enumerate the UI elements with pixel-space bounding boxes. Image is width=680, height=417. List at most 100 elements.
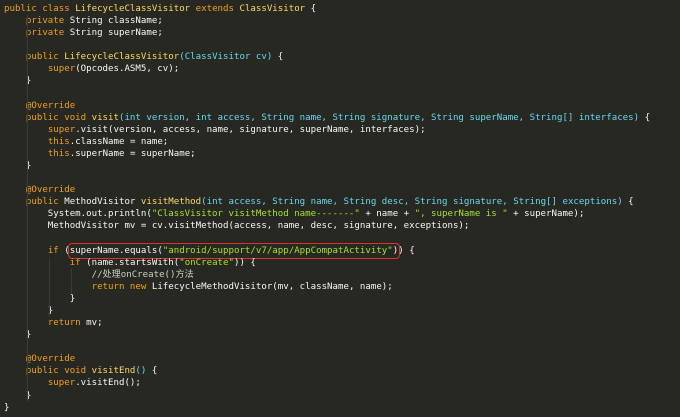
- code-token-keyword: return new: [91, 281, 152, 292]
- code-token-string: "android/support/v7/app/AppCompatActivit…: [162, 245, 393, 256]
- code-token-plain: {: [639, 112, 651, 123]
- highlighted-code-line: if (superName.equals("android/support/v7…: [4, 242, 680, 259]
- code-token-func: visitEnd: [91, 366, 136, 377]
- code-token-string: "onCreate": [179, 257, 234, 268]
- code-token-plain: }: [4, 402, 10, 413]
- code-token-plain: String className;: [69, 16, 163, 27]
- code-line: private String superName;: [4, 27, 680, 39]
- code-token-keyword: public: [25, 52, 65, 63]
- code-token-keyword: super: [47, 124, 76, 135]
- code-token-plain: .className = name;: [69, 136, 169, 147]
- code-line: super.visitEnd();: [4, 377, 680, 389]
- code-token-string: ", superName is ": [414, 209, 508, 220]
- code-token-param: (ClassVisitor cv): [179, 52, 273, 63]
- code-line: }: [4, 305, 680, 317]
- code-token-plain: .visitEnd();: [75, 378, 141, 389]
- code-line: public MethodVisitor visitMethod(int acc…: [4, 196, 680, 208]
- code-line: public class LifecycleClassVisitor exten…: [4, 3, 680, 15]
- code-line: }: [4, 293, 680, 305]
- code-token-keyword: if: [47, 245, 65, 256]
- code-token-plain: {: [622, 197, 634, 208]
- code-line: public LifecycleClassVisitor(ClassVisito…: [4, 51, 680, 63]
- code-line: this.superName = superName;: [4, 148, 680, 160]
- code-token-plain: )) {: [233, 257, 256, 268]
- code-line: @Override: [4, 184, 680, 196]
- code-token-annotation: @Override: [25, 185, 76, 196]
- code-token-plain: {: [305, 4, 317, 14]
- code-token-plain: }: [4, 305, 54, 316]
- indent-guide: [27, 15, 28, 402]
- code-line: }: [4, 75, 680, 87]
- code-token-plain: {: [146, 366, 158, 377]
- code-token-plain: + name +: [359, 209, 415, 220]
- code-token-keyword: return: [47, 318, 87, 329]
- indent-guide: [49, 256, 50, 318]
- code-token-keyword: if: [69, 257, 87, 268]
- code-token-plain: .superName = superName;: [69, 148, 196, 159]
- code-token-annotation: @Override: [25, 354, 76, 365]
- code-line: }: [4, 390, 680, 402]
- code-editor[interactable]: public class LifecycleClassVisitor exten…: [0, 0, 680, 417]
- code-token-plain: .visit(version, access, name, signature,…: [75, 124, 426, 135]
- code-token-comment: //处理onCreate()方法: [91, 269, 194, 280]
- code-token-plain: MethodVisitor: [64, 197, 141, 208]
- code-line: //处理onCreate()方法: [4, 269, 680, 281]
- code-token-param: (int access, String name, String desc, S…: [201, 197, 623, 208]
- code-token-plain: ) {: [398, 245, 415, 256]
- code-token-func: visitMethod: [140, 197, 202, 208]
- code-token-plain: LifecycleMethodVisitor(mv, className, na…: [151, 281, 393, 292]
- code-line: private String className;: [4, 15, 680, 27]
- code-token-keyword: public class: [4, 4, 76, 14]
- code-token-keyword: super: [47, 64, 76, 75]
- code-token-keyword: public void: [25, 366, 92, 377]
- code-line: super.visit(version, access, name, signa…: [4, 124, 680, 136]
- code-line: public void visit(int version, int acces…: [4, 112, 680, 124]
- code-token-string: "ClassVisitor visitMethod name-------": [151, 209, 360, 220]
- code-line: @Override: [4, 100, 680, 112]
- code-token-keyword: private: [25, 16, 70, 27]
- code-token-plain: (Opcodes.ASM5, cv);: [75, 64, 180, 75]
- code-token-plain: + superName);: [507, 209, 585, 220]
- code-line: public void visitEnd() {: [4, 365, 680, 377]
- code-token-keyword: this: [47, 136, 70, 147]
- code-token-param: (): [135, 366, 147, 377]
- code-line: this.className = name;: [4, 136, 680, 148]
- code-token-plain: superName.equals(: [69, 245, 163, 256]
- code-token-plain: (name.startsWith(: [86, 257, 180, 268]
- code-token-keyword: extends: [190, 4, 240, 14]
- code-line: }: [4, 160, 680, 172]
- code-line: MethodVisitor mv = cv.visitMethod(access…: [4, 220, 680, 232]
- code-token-plain: mv;: [86, 318, 103, 329]
- code-token-plain: {: [272, 52, 284, 63]
- code-token-plain: String superName;: [69, 28, 163, 39]
- code-token-func: LifecycleClassVisitor: [64, 52, 180, 63]
- code-line: }: [4, 402, 680, 414]
- code-token-keyword: public void: [25, 112, 92, 123]
- code-token-param: (int version, int access, String name, S…: [118, 112, 640, 123]
- code-line: }: [4, 329, 680, 341]
- code-token-keyword: public: [25, 197, 65, 208]
- code-token-plain: }: [4, 293, 76, 304]
- code-line: return new LifecycleMethodVisitor(mv, cl…: [4, 281, 680, 293]
- code-token-annotation: @Override: [25, 100, 76, 111]
